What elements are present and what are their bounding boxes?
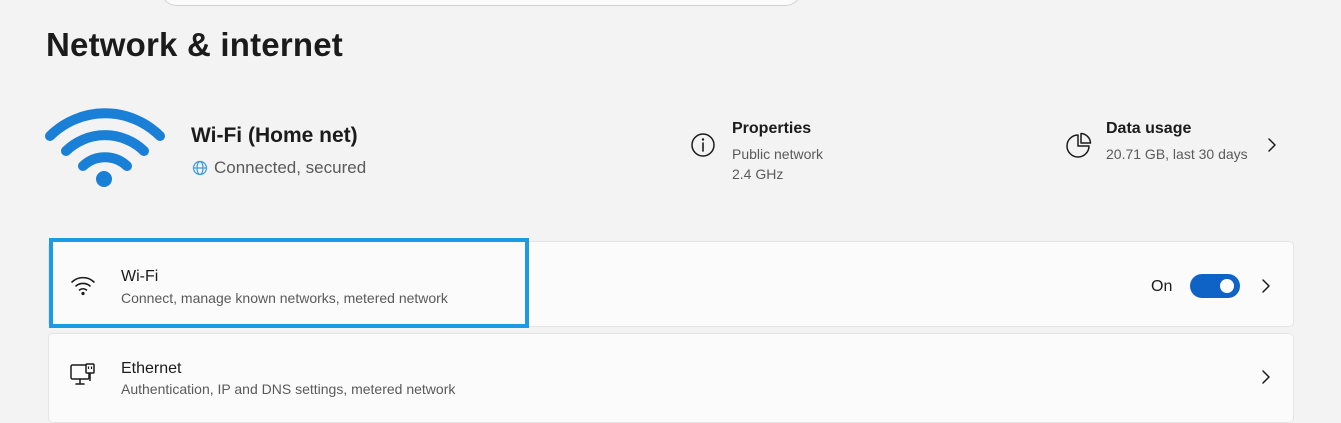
- chevron-right-icon: [1266, 136, 1278, 154]
- wifi-row-subtitle: Connect, manage known networks, metered …: [121, 290, 448, 306]
- info-icon: [690, 132, 716, 158]
- ethernet-row-subtitle: Authentication, IP and DNS settings, met…: [121, 381, 456, 397]
- ethernet-icon: [69, 361, 97, 389]
- page-title: Network & internet: [46, 26, 343, 63]
- ethernet-settings-row[interactable]: Ethernet Authentication, IP and DNS sett…: [48, 333, 1294, 423]
- chevron-right-icon: [1260, 368, 1272, 386]
- toggle-knob: [1220, 279, 1234, 293]
- data-usage-link[interactable]: Data usage 20.71 GB, last 30 days: [1064, 120, 1278, 164]
- globe-icon: [192, 160, 208, 176]
- network-name: Wi-Fi (Home net): [191, 124, 358, 147]
- network-status-text: Connected, secured: [214, 158, 367, 177]
- properties-link[interactable]: Properties Public network 2.4 GHz: [690, 120, 823, 184]
- network-band: 2.4 GHz: [732, 166, 784, 182]
- network-status: Connected, secured: [192, 158, 366, 178]
- data-usage-title: Data usage: [1106, 120, 1192, 137]
- wifi-toggle-label: On: [1151, 278, 1173, 295]
- wifi-icon: [69, 273, 97, 297]
- wifi-row-title: Wi-Fi: [121, 268, 159, 285]
- ethernet-row-title: Ethernet: [121, 360, 182, 377]
- pie-chart-icon: [1064, 132, 1092, 160]
- properties-title: Properties: [732, 120, 812, 137]
- wifi-icon: [44, 100, 166, 192]
- wifi-settings-row[interactable]: Wi-Fi Connect, manage known networks, me…: [48, 241, 1294, 327]
- wifi-toggle[interactable]: [1190, 274, 1240, 298]
- data-usage-summary: 20.71 GB, last 30 days: [1106, 146, 1248, 162]
- search-box[interactable]: [160, 0, 802, 6]
- network-type: Public network: [732, 146, 824, 162]
- current-network-summary: Wi-Fi (Home net) Connected, secured Prop…: [44, 100, 1294, 200]
- chevron-right-icon: [1260, 277, 1272, 295]
